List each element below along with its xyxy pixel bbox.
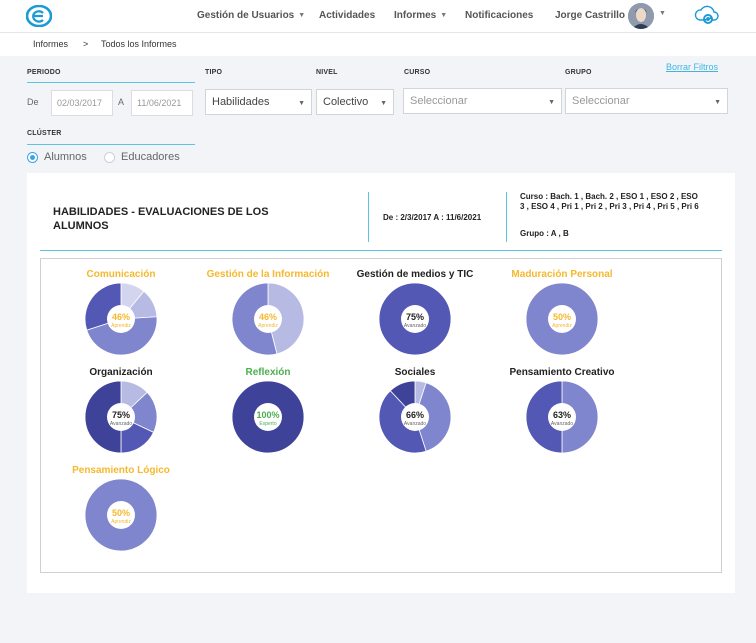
user-avatar-icon	[628, 3, 654, 29]
donut-level: Aprendiz	[111, 519, 131, 525]
donut-level: Avanzado	[403, 323, 427, 329]
donut-percent: 75%	[111, 410, 130, 420]
nav-notificaciones[interactable]: Notificaciones	[465, 10, 533, 21]
nav-gestion-usuarios-label: Gestión de Usuarios	[197, 10, 295, 21]
app-logo[interactable]	[26, 5, 52, 27]
donut-chart: Organización 75% Avanzado	[46, 367, 196, 467]
nav-informes[interactable]: Informes ▼	[394, 10, 447, 21]
donut-title: Maduración Personal	[511, 269, 613, 280]
donut-title: Reflexión	[245, 367, 291, 378]
donut-title: Gestión de la Información	[206, 269, 330, 280]
breadcrumb: Informes > Todos los Informes	[0, 32, 756, 56]
chevron-down-icon: ▼	[298, 100, 305, 107]
report-group: Grupo : A , B	[520, 229, 569, 238]
nivel-select[interactable]: Colectivo ▼	[316, 89, 394, 115]
periodo-divider	[27, 82, 195, 83]
donut-level: Avanzado	[403, 421, 427, 427]
donut-level: Aprendiz	[258, 323, 278, 329]
donut-chart: Sociales 66% Avanzado	[340, 367, 490, 467]
donut-level: Aprendiz	[552, 323, 572, 329]
avatar[interactable]	[628, 3, 654, 29]
clear-filters-link[interactable]: Borrar Filtros	[666, 62, 718, 72]
donut-percent: 46%	[258, 312, 277, 322]
date-from-input[interactable]: 02/03/2017	[51, 90, 113, 116]
nav-actividades[interactable]: Actividades	[319, 10, 375, 21]
nav-gestion-usuarios[interactable]: Gestión de Usuarios ▼	[197, 10, 305, 21]
curso-label: CURSO	[404, 69, 431, 76]
grupo-select[interactable]: Seleccionar ▼	[565, 88, 728, 114]
breadcrumb-current: Todos los Informes	[101, 39, 177, 49]
charts-panel: Comunicación 46% Aprendiz Gestión de la Inf…	[40, 258, 722, 573]
donut-chart: Comunicación 46% Aprendiz	[46, 269, 196, 369]
top-bar: Gestión de Usuarios ▼ Actividades Informe…	[0, 0, 756, 32]
radio-educadores-label: Educadores	[121, 151, 180, 163]
donut-chart: Reflexión 100% Experto	[193, 367, 343, 467]
tipo-label: TIPO	[205, 69, 223, 76]
grupo-label: GRUPO	[565, 69, 592, 76]
nivel-label: NIVEL	[316, 69, 338, 76]
radio-educadores[interactable]	[104, 152, 115, 163]
date-to-input[interactable]: 11/06/2021	[131, 90, 193, 116]
donut-chart: Pensamiento Lógico 50% Aprendiz	[46, 465, 196, 565]
breadcrumb-informes[interactable]: Informes	[33, 39, 68, 49]
tipo-select[interactable]: Habilidades ▼	[205, 89, 312, 115]
donut-percent: 63%	[552, 410, 571, 420]
donut-level: Experto	[259, 421, 277, 427]
radio-alumnos-label: Alumnos	[44, 151, 87, 163]
donut-percent: 50%	[111, 508, 130, 518]
donut-level: Avanzado	[109, 421, 133, 427]
periodo-label: PERIODO	[27, 69, 61, 76]
donut-title: Sociales	[394, 367, 436, 378]
donut-percent: 46%	[111, 312, 130, 322]
donut-percent: 66%	[405, 410, 424, 420]
chevron-down-icon: ▼	[380, 100, 387, 107]
donut-title: Pensamiento Lógico	[72, 465, 170, 476]
donut-level: Aprendiz	[111, 323, 131, 329]
nav-actividades-label: Actividades	[319, 10, 376, 21]
curso-select[interactable]: Seleccionar ▼	[403, 88, 562, 114]
report-title: HABILIDADES - EVALUACIONES DE LOS ALUMNO…	[53, 206, 269, 232]
chevron-down-icon: ▼	[298, 12, 306, 19]
date-to-label: A	[118, 97, 125, 107]
donut-chart: Gestión de medios y TIC 75% Avanzado	[340, 269, 490, 369]
tipo-select-value: Habilidades	[212, 96, 270, 108]
user-menu-chevron-icon[interactable]: ▼	[659, 10, 666, 17]
user-name[interactable]: Jorge Castrillo	[555, 10, 625, 21]
donut-percent: 100%	[256, 410, 280, 420]
nav-informes-label: Informes	[394, 10, 437, 21]
nav-notificaciones-label: Notificaciones	[465, 10, 534, 21]
donut-percent: 75%	[405, 312, 424, 322]
header-divider	[368, 192, 369, 242]
donut-title: Comunicación	[86, 269, 156, 280]
donut-level: Avanzado	[550, 421, 574, 427]
report-card: HABILIDADES - EVALUACIONES DE LOS ALUMNO…	[27, 173, 735, 593]
cluster-label: CLÚSTER	[27, 130, 62, 137]
donut-chart: Gestión de la Información 46% Aprendiz	[193, 269, 343, 369]
donut-chart: Pensamiento Creativo 63% Avanzado	[487, 367, 637, 467]
donut-title: Pensamiento Creativo	[509, 367, 615, 378]
report-header-divider	[40, 250, 722, 251]
date-from-label: De	[27, 97, 39, 107]
curso-select-placeholder: Seleccionar	[410, 95, 468, 107]
donut-title: Gestión de medios y TIC	[356, 269, 474, 280]
nivel-select-value: Colectivo	[323, 96, 369, 108]
donut-percent: 50%	[552, 312, 571, 322]
report-dates: De : 2/3/2017 A : 11/6/2021	[383, 213, 482, 222]
donut-title: Organización	[89, 367, 153, 378]
breadcrumb-separator: >	[83, 39, 89, 49]
donut-chart: Maduración Personal 50% Aprendiz	[487, 269, 637, 369]
grupo-select-placeholder: Seleccionar	[572, 95, 630, 107]
header-divider	[506, 192, 507, 242]
filters-panel: PERIODO TIPO NIVEL CURSO GRUPO Borrar Fi…	[0, 56, 756, 171]
chevron-down-icon: ▼	[714, 99, 721, 106]
chevron-down-icon: ▼	[548, 99, 555, 106]
chevron-down-icon: ▼	[440, 12, 448, 19]
report-course: Curso : Bach. 1 , Bach. 2 , ESO 1 , ESO …	[520, 192, 699, 211]
cloud-sync-icon[interactable]	[694, 3, 720, 27]
cluster-divider	[27, 144, 195, 145]
radio-alumnos[interactable]	[27, 152, 38, 163]
